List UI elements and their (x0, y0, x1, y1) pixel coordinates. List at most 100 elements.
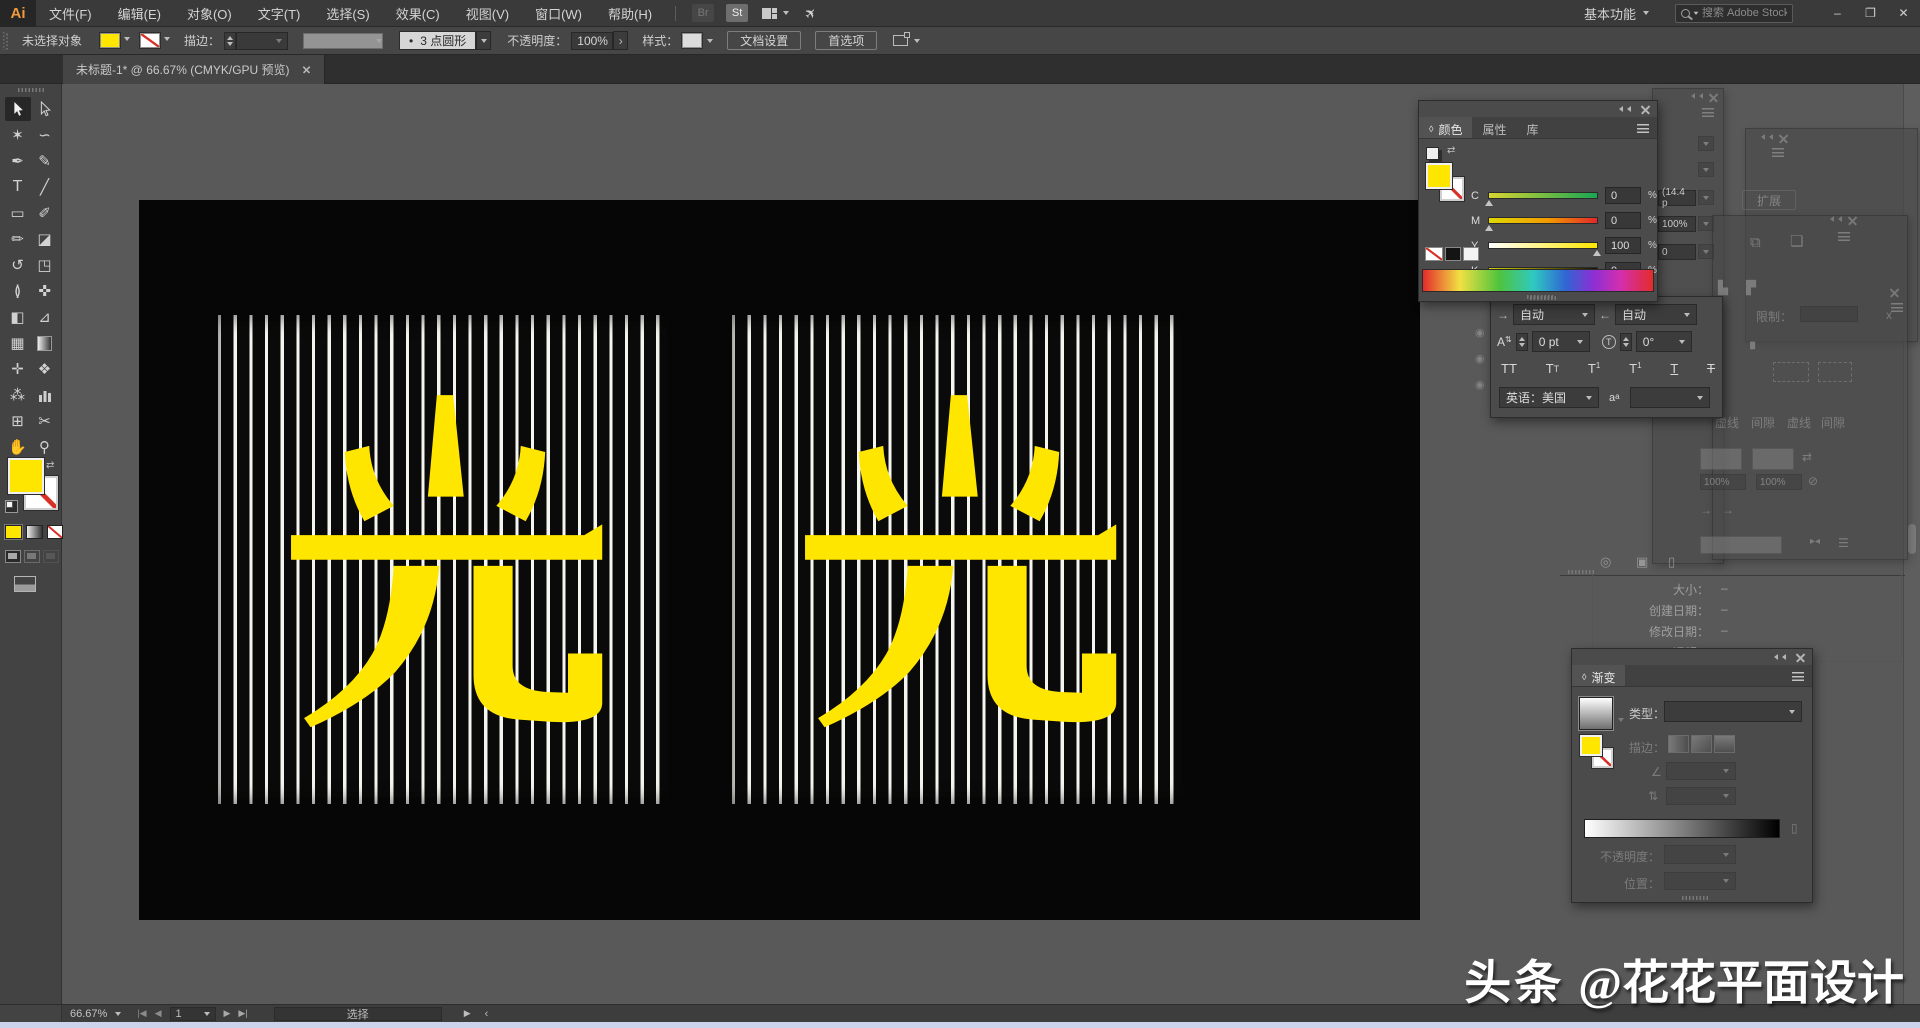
transparency-icon[interactable]: ⧉ (1750, 234, 1761, 251)
glyph-guang-2[interactable] (792, 389, 1126, 735)
fx-icon[interactable]: ◎ (1600, 554, 1611, 570)
artboard-tool[interactable]: ⊞ (5, 409, 31, 433)
background-rectangle[interactable] (139, 200, 1420, 920)
mini-fill-stroke-icon[interactable] (1426, 147, 1439, 160)
first-artboard-button[interactable]: |◀ (137, 1008, 146, 1019)
slider-c[interactable] (1488, 192, 1598, 199)
status-back-icon[interactable]: ‹ (485, 1008, 489, 1020)
tab-color[interactable]: ◊ 颜色 (1419, 117, 1472, 138)
stock-button[interactable]: St (726, 4, 748, 22)
screen-mode-button[interactable] (14, 576, 36, 592)
close-button[interactable]: ✕ (1887, 0, 1920, 27)
none-swatch[interactable] (1425, 247, 1443, 261)
menu-file[interactable]: 文件(F) (36, 0, 105, 27)
zoom-tool[interactable]: ⚲ (32, 435, 58, 459)
draw-inside-button[interactable] (43, 550, 59, 563)
all-caps-button[interactable]: TT (1501, 361, 1517, 376)
fill-color-swatch[interactable] (100, 33, 120, 48)
small-caps-button[interactable]: TT (1546, 361, 1559, 376)
eye-icon[interactable]: ◉ (1475, 326, 1485, 339)
swap-fill-stroke-icon[interactable]: ⇄ (46, 460, 54, 471)
lasso-tool[interactable]: ∽ (32, 123, 58, 147)
baseline-field[interactable]: 0 pt (1532, 331, 1590, 352)
style-chevron-icon[interactable] (707, 39, 713, 46)
menu-effect[interactable]: 效果(C) (383, 0, 453, 27)
zoom-chevron-icon[interactable] (115, 1012, 121, 1019)
aspect-dropdown[interactable] (1666, 787, 1736, 805)
tab-gradient[interactable]: ◊ 渐变 (1572, 665, 1625, 686)
status-field[interactable]: 选择 (274, 1007, 442, 1021)
strikethrough-button[interactable]: T (1707, 361, 1715, 376)
type-tool[interactable]: T (5, 175, 31, 199)
chevron-down-icon[interactable] (783, 11, 789, 18)
menu-help[interactable]: 帮助(H) (595, 0, 665, 27)
stroke-gradient-along[interactable] (1691, 735, 1712, 753)
menu-select[interactable]: 选择(S) (313, 0, 382, 27)
slider-m[interactable] (1488, 217, 1598, 224)
rotation-field[interactable]: 0° (1636, 331, 1692, 352)
arrow-scale-y[interactable]: 100% (1756, 474, 1802, 490)
panel-close-icon[interactable] (1796, 653, 1805, 662)
stroke-color-swatch[interactable] (140, 33, 160, 48)
delete-stop-icon[interactable]: ▯ (1791, 821, 1798, 835)
artboard-1[interactable] (218, 315, 671, 804)
collapse-icon[interactable] (1616, 106, 1631, 112)
panel-close-icon[interactable] (1641, 105, 1650, 114)
stroke-gradient-across[interactable] (1714, 735, 1735, 753)
baseline-stepper[interactable] (1516, 333, 1528, 351)
position-dropdown[interactable] (1664, 872, 1736, 890)
minimize-button[interactable]: – (1821, 0, 1854, 27)
color-mode-button[interactable] (5, 525, 22, 539)
panel-resize-handle[interactable] (1530, 296, 1556, 300)
preferences-button[interactable]: 首选项 (815, 31, 877, 50)
flip-profile-icon[interactable]: ▸◂ (1810, 536, 1820, 547)
value-c[interactable]: 0 (1605, 187, 1641, 204)
gradient-mode-button[interactable] (26, 525, 43, 539)
trash-icon[interactable]: ▯ (1668, 554, 1675, 570)
panel-menu-icon[interactable] (1637, 124, 1649, 133)
fill-chevron-icon[interactable] (124, 37, 130, 44)
blend-tool[interactable]: ❖ (32, 357, 58, 381)
slice-tool[interactable]: ✂ (32, 409, 58, 433)
swap-colors-icon[interactable]: ⇄ (1447, 145, 1455, 156)
toolbar-drag-handle[interactable] (18, 88, 44, 92)
black-swatch[interactable] (1445, 247, 1461, 261)
rotation-stepper[interactable] (1620, 333, 1632, 351)
column-graph-tool[interactable] (32, 383, 58, 407)
stroke-chevron-icon[interactable] (164, 37, 170, 44)
brush-definition-dropdown[interactable]: • 3 点圆形 (399, 31, 476, 50)
stroke-gradient-within[interactable] (1668, 735, 1689, 753)
fill-proxy-swatch[interactable] (1426, 163, 1452, 189)
panel-menu-icon[interactable] (1792, 672, 1804, 681)
pen-tool[interactable]: ✒ (5, 149, 31, 173)
variable-width-dropdown[interactable] (303, 33, 383, 49)
swap-arrowheads-icon[interactable]: ⇄ (1802, 450, 1812, 464)
arrange-documents-icon[interactable] (762, 8, 778, 19)
eraser-tool[interactable]: ◪ (32, 227, 58, 251)
angle-dropdown[interactable] (1666, 762, 1736, 780)
last-artboard-button[interactable]: ▶| (238, 1008, 247, 1019)
collapse-icon[interactable] (1771, 654, 1786, 660)
shaper-tool[interactable]: ✏ (5, 227, 31, 251)
align-arrow-2-icon[interactable]: → (1722, 503, 1734, 517)
panel-menu-icon[interactable] (1702, 108, 1714, 117)
zoom-level[interactable]: 66.67% (70, 1008, 107, 1020)
superscript-button[interactable]: T1 (1588, 361, 1600, 376)
menu-view[interactable]: 视图(V) (453, 0, 522, 27)
style-swatch[interactable] (682, 33, 702, 48)
tracking-dropdown[interactable]: 自动 (1615, 304, 1697, 325)
arrowhead-start-dropdown[interactable] (1700, 448, 1742, 470)
fill-swatch[interactable] (8, 458, 44, 494)
bridge-button[interactable]: Br (692, 4, 714, 22)
next-artboard-button[interactable]: ▶ (224, 1008, 231, 1019)
artboard-2[interactable] (732, 315, 1185, 804)
profile-lines-icon[interactable]: ☰ (1838, 536, 1849, 550)
spectrum-bar[interactable] (1422, 269, 1654, 292)
hand-tool[interactable]: ✋ (5, 435, 31, 459)
selection-tool[interactable] (5, 97, 31, 121)
eyedropper-tool[interactable]: ✛ (5, 357, 31, 381)
magic-wand-tool[interactable]: ✶ (5, 123, 31, 147)
tab-libraries[interactable]: 库 (1516, 117, 1548, 138)
eye-icon[interactable]: ◉ (1475, 378, 1485, 391)
tab-close-icon[interactable] (302, 66, 309, 73)
